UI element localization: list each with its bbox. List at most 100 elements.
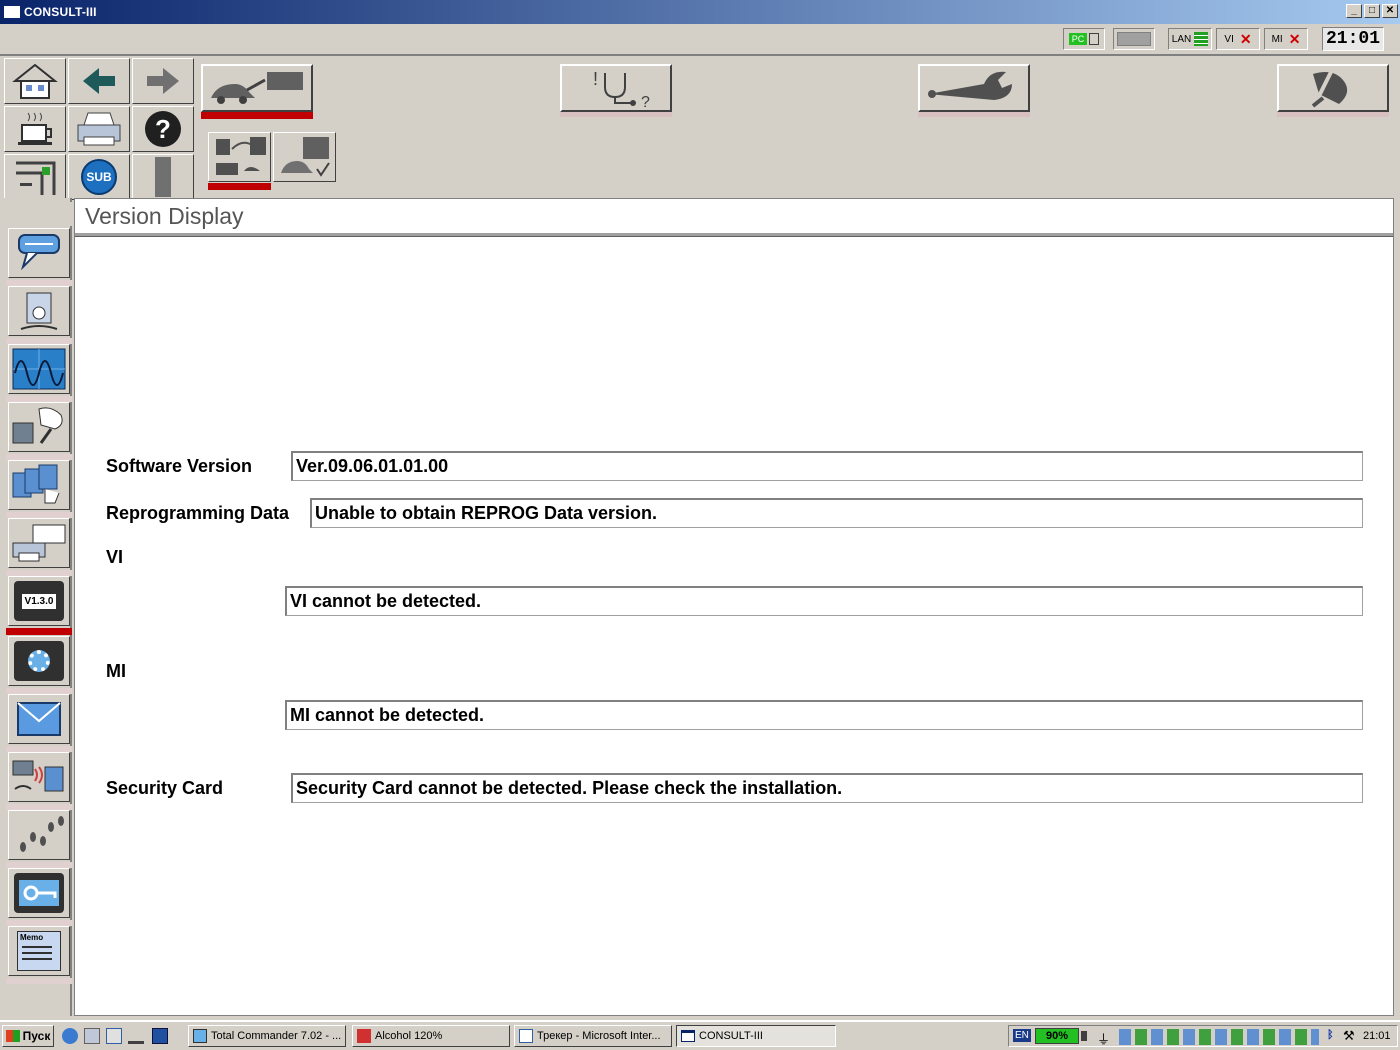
vi-indicator: VI ✕ (1216, 28, 1260, 50)
stethoscope-icon: !? (593, 69, 650, 109)
nav-version-button[interactable]: V1.3.0 (8, 576, 70, 626)
nav-oscilloscope-button[interactable] (8, 344, 70, 394)
start-label: Пуск (22, 1029, 51, 1043)
ie-page-icon (519, 1029, 533, 1043)
lan-signal-icon (1194, 32, 1209, 46)
app-icon (4, 6, 20, 18)
close-button[interactable]: ✕ (1382, 4, 1398, 18)
sub-mode-1-button[interactable] (208, 132, 271, 182)
reprogramming-data-field: Unable to obtain REPROG Data version. (310, 498, 1363, 528)
pc-indicator-label: PC (1068, 33, 1088, 45)
nav-separator (6, 978, 72, 984)
forward-button[interactable] (132, 58, 194, 104)
explorer-quicklaunch-icon[interactable] (106, 1028, 122, 1044)
task-total-commander[interactable]: Total Commander 7.02 - ... (188, 1025, 346, 1047)
power-plug-icon[interactable]: ⏚ (1097, 1029, 1110, 1048)
active-mode-indicator (201, 112, 313, 119)
nav-print-button[interactable] (8, 518, 70, 568)
security-card-label: Security Card (106, 778, 224, 798)
nav-ecu-button[interactable] (8, 402, 70, 452)
left-nav: V1.3.0 Memo (4, 198, 72, 1016)
nav-header-spacer (6, 202, 72, 226)
nav-wireless-button[interactable] (8, 752, 70, 802)
task-consult[interactable]: CONSULT-III (676, 1025, 836, 1047)
tray-clock[interactable]: 21:01 (1363, 1030, 1391, 1042)
taskbar: Пуск Total Commander 7.02 - ... Alcohol … (0, 1020, 1400, 1050)
tools-icon (1311, 71, 1348, 108)
save-quicklaunch-icon[interactable] (152, 1028, 168, 1044)
mi-error-icon: ✕ (1288, 30, 1301, 47)
nav-mail-button[interactable] (8, 694, 70, 744)
minimize-button[interactable]: _ (1346, 4, 1362, 18)
speech-bubble-icon (18, 234, 60, 271)
envelope-icon (17, 702, 61, 736)
version-icon: V1.3.0 (14, 581, 64, 621)
oscilloscope-icon (12, 348, 66, 390)
diagnosis-mode-button[interactable] (201, 64, 313, 112)
mode-indicator (1277, 112, 1389, 117)
nav-memo-button[interactable]: Memo (8, 926, 70, 976)
tool-tray-icon[interactable]: ⚒ (1343, 1028, 1355, 1044)
start-button[interactable]: Пуск (2, 1025, 54, 1047)
arrow-right-icon (147, 68, 179, 94)
car-diagnosis-icon (215, 137, 266, 175)
alcohol-icon (357, 1029, 371, 1043)
wireless-devices-icon (12, 760, 64, 792)
nav-settings-button[interactable] (8, 636, 70, 686)
sleep-button[interactable] (4, 106, 66, 152)
gear-screen-icon (14, 641, 64, 681)
home-button[interactable] (4, 58, 66, 104)
trouble-diagnosis-button[interactable]: !? (560, 64, 672, 112)
vi-status-field: VI cannot be detected. (285, 586, 1363, 616)
reprogramming-data-label: Reprogramming Data (106, 503, 290, 523)
pc-indicator: PC (1063, 28, 1105, 50)
bluetooth-icon[interactable]: ᛒ (1327, 1029, 1334, 1041)
coffee-cup-icon (18, 112, 52, 145)
tool-quicklaunch-icon[interactable] (128, 1028, 144, 1044)
svg-text:?: ? (641, 94, 650, 109)
gear-icon (28, 650, 50, 672)
home-icon (12, 63, 58, 99)
nav-key-button[interactable] (8, 868, 70, 918)
back-button[interactable] (68, 58, 130, 104)
ie-quicklaunch-icon[interactable] (62, 1028, 78, 1044)
task-alcohol[interactable]: Alcohol 120% (352, 1025, 510, 1047)
help-button[interactable]: ? (132, 106, 194, 152)
security-card-field: Security Card cannot be detected. Please… (291, 773, 1363, 803)
sub-mode-2-button[interactable] (273, 132, 336, 182)
active-submode-indicator (208, 183, 271, 190)
screen-capture-button[interactable] (4, 154, 66, 200)
nav-meter-button[interactable] (8, 286, 70, 336)
tray-icons[interactable] (1119, 1029, 1319, 1045)
nav-steps-button[interactable] (8, 810, 70, 860)
memo-label: Memo (20, 933, 44, 942)
nav-document-button[interactable] (8, 460, 70, 510)
memo-line (22, 952, 52, 954)
task-tracker-ie[interactable]: Трекер - Microsoft Inter... (514, 1025, 672, 1047)
panel-toggle-button[interactable] (132, 154, 194, 200)
page-title: Version Display (85, 203, 244, 229)
maximize-button[interactable]: □ (1364, 4, 1380, 18)
settings-mode-button[interactable] (1277, 64, 1389, 112)
vi-label: VI (106, 547, 124, 567)
software-version-field: Ver.09.06.01.01.00 (291, 451, 1363, 481)
battery-level[interactable]: 90% (1035, 1028, 1079, 1044)
work-support-button[interactable] (918, 64, 1030, 112)
print-button[interactable] (68, 106, 130, 152)
language-indicator[interactable]: EN (1013, 1029, 1031, 1042)
nav-message-button[interactable] (8, 228, 70, 278)
notepad-quicklaunch-icon[interactable] (84, 1028, 100, 1044)
vi-label: VI (1224, 33, 1234, 45)
sub-mode-button[interactable]: SUB (68, 154, 130, 200)
battery-icon (1117, 32, 1151, 46)
help-icon: ? (145, 111, 181, 147)
battery-tip-icon (1081, 1031, 1087, 1041)
memo-line (22, 958, 52, 960)
key-icon (19, 880, 59, 906)
lan-label: LAN (1171, 33, 1192, 45)
lan-indicator: LAN (1168, 28, 1212, 50)
task-label: Total Commander 7.02 - ... (211, 1030, 342, 1042)
printer-icon (77, 112, 121, 146)
footsteps-icon (20, 816, 64, 852)
mi-status-field: MI cannot be detected. (285, 700, 1363, 730)
